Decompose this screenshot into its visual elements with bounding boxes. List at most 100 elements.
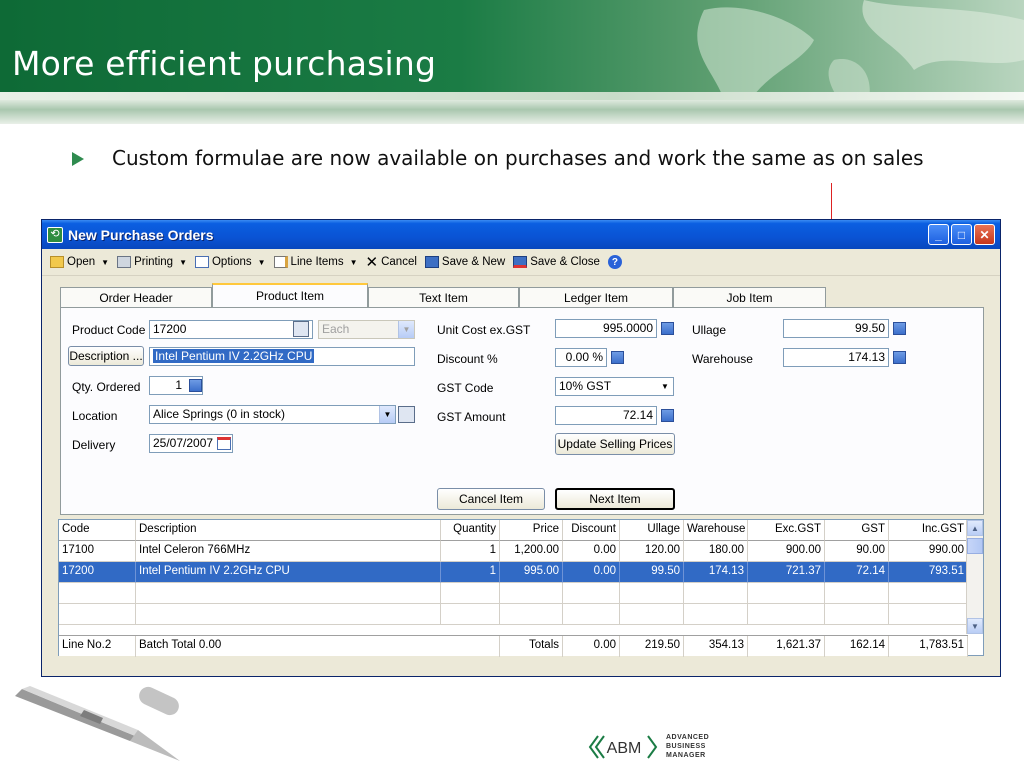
column-header-ullage[interactable]: Ullage bbox=[620, 520, 684, 541]
table-row-empty[interactable] bbox=[59, 604, 968, 625]
chevron-down-icon: ▼ bbox=[657, 378, 673, 395]
discount-label: Discount % bbox=[437, 352, 498, 366]
description-button[interactable]: Description ... bbox=[68, 346, 144, 366]
slide: More efficient purchasing Custom formula… bbox=[0, 0, 1024, 768]
scroll-down-icon[interactable]: ▼ bbox=[967, 618, 983, 634]
unit-cost-label: Unit Cost ex.GST bbox=[437, 323, 531, 337]
banner-underline bbox=[0, 100, 1024, 124]
cell-quantity: 1 bbox=[441, 562, 500, 583]
gst-code-select[interactable]: 10% GST ▼ bbox=[555, 377, 674, 396]
bullet-point: Custom formulae are now available on pur… bbox=[72, 146, 924, 170]
delivery-value: 25/07/2007 bbox=[153, 436, 214, 450]
save-new-button[interactable]: Save & New bbox=[424, 256, 505, 268]
abm-logo-mark: ABM bbox=[588, 734, 658, 759]
tab-job-item[interactable]: Job Item bbox=[673, 287, 826, 307]
calculator-icon[interactable] bbox=[893, 351, 906, 364]
logo-line: ADVANCED bbox=[666, 734, 710, 741]
warehouse-input[interactable]: 174.13 bbox=[783, 348, 889, 367]
footer-batch-total: Batch Total 0.00 bbox=[136, 636, 500, 657]
edit-icon bbox=[273, 256, 288, 268]
open-label: Open bbox=[67, 256, 96, 268]
chevron-down-icon: ▼ bbox=[101, 257, 110, 267]
gst-amount-input[interactable]: 72.14 bbox=[555, 406, 657, 425]
column-header-price[interactable]: Price bbox=[500, 520, 563, 541]
tab-product-item[interactable]: Product Item bbox=[212, 283, 368, 307]
cancel-button[interactable]: ✕ Cancel bbox=[366, 253, 417, 271]
cancel-item-button[interactable]: Cancel Item bbox=[437, 488, 545, 510]
slide-title: More efficient purchasing bbox=[12, 44, 437, 83]
discount-input[interactable]: 0.00 % bbox=[555, 348, 607, 367]
footer-warehouse: 354.13 bbox=[684, 636, 748, 657]
location-lookup-icon[interactable] bbox=[398, 406, 415, 423]
description-input[interactable]: Intel Pentium IV 2.2GHz CPU bbox=[149, 347, 415, 366]
update-selling-prices-button[interactable]: Update Selling Prices bbox=[555, 433, 675, 455]
cancel-icon: ✕ bbox=[365, 254, 379, 271]
calendar-icon[interactable] bbox=[217, 437, 231, 450]
minimize-button[interactable]: _ bbox=[928, 224, 949, 245]
unit-cost-value: 995.0000 bbox=[602, 321, 653, 335]
calculator-icon[interactable] bbox=[611, 351, 624, 364]
table-row-empty[interactable] bbox=[59, 583, 968, 604]
table-row[interactable]: 17100 Intel Celeron 766MHz 1 1,200.00 0.… bbox=[59, 541, 968, 562]
unit-cost-input[interactable]: 995.0000 bbox=[555, 319, 657, 338]
help-icon[interactable]: ? bbox=[607, 255, 622, 269]
column-header-inc-gst[interactable]: Inc.GST bbox=[889, 520, 968, 541]
scroll-up-icon[interactable]: ▲ bbox=[967, 520, 983, 536]
ullage-label: Ullage bbox=[692, 323, 727, 337]
cell-warehouse: 180.00 bbox=[684, 541, 748, 562]
next-item-button[interactable]: Next Item bbox=[555, 488, 675, 510]
close-button[interactable]: ✕ bbox=[974, 224, 995, 245]
product-code-input[interactable]: 17200 bbox=[149, 320, 313, 339]
options-menu[interactable]: Options ▼ bbox=[194, 256, 266, 268]
column-header-description[interactable]: Description bbox=[136, 520, 441, 541]
tab-strip: Order Header Product Item Text Item Ledg… bbox=[60, 283, 826, 307]
unit-value: Each bbox=[322, 322, 350, 336]
product-lookup-icon[interactable] bbox=[293, 321, 309, 337]
cell-discount: 0.00 bbox=[563, 562, 620, 583]
cell-gst: 72.14 bbox=[825, 562, 889, 583]
printing-menu[interactable]: Printing ▼ bbox=[117, 256, 187, 268]
chevron-down-icon: ▼ bbox=[179, 257, 187, 267]
column-header-code[interactable]: Code bbox=[59, 520, 136, 541]
printing-label: Printing bbox=[134, 256, 174, 268]
gst-code-label: GST Code bbox=[437, 381, 494, 395]
tab-order-header[interactable]: Order Header bbox=[60, 287, 212, 307]
column-header-discount[interactable]: Discount bbox=[563, 520, 620, 541]
save-icon bbox=[424, 256, 439, 268]
logo-line: BUSINESS bbox=[666, 743, 706, 750]
product-code-value: 17200 bbox=[153, 322, 187, 336]
location-select[interactable]: Alice Springs (0 in stock) ▼ bbox=[149, 405, 396, 424]
maximize-button[interactable]: □ bbox=[951, 224, 972, 245]
cell-discount: 0.00 bbox=[563, 541, 620, 562]
calculator-icon[interactable] bbox=[189, 379, 202, 392]
grid-footer-row: Line No.2 Batch Total 0.00 Totals 0.00 2… bbox=[59, 635, 968, 657]
warehouse-label: Warehouse bbox=[692, 352, 753, 366]
cell-description: Intel Pentium IV 2.2GHz CPU bbox=[136, 562, 441, 583]
column-header-quantity[interactable]: Quantity bbox=[441, 520, 500, 541]
tab-text-item[interactable]: Text Item bbox=[368, 287, 519, 307]
open-menu[interactable]: Open ▼ bbox=[50, 256, 109, 268]
column-header-gst[interactable]: GST bbox=[825, 520, 889, 541]
tab-ledger-item[interactable]: Ledger Item bbox=[519, 287, 673, 307]
save-close-button[interactable]: Save & Close bbox=[513, 256, 600, 268]
calculator-icon[interactable] bbox=[661, 322, 674, 335]
column-header-warehouse[interactable]: Warehouse bbox=[684, 520, 748, 541]
cell-price: 995.00 bbox=[500, 562, 563, 583]
cell-ullage: 99.50 bbox=[620, 562, 684, 583]
calculator-icon[interactable] bbox=[661, 409, 674, 422]
column-header-exc-gst[interactable]: Exc.GST bbox=[748, 520, 825, 541]
cell-ullage: 120.00 bbox=[620, 541, 684, 562]
options-label: Options bbox=[211, 256, 252, 268]
scroll-thumb[interactable] bbox=[967, 538, 983, 554]
line-items-grid: Code Description Quantity Price Discount… bbox=[58, 519, 984, 657]
cell-gst: 90.00 bbox=[825, 541, 889, 562]
fountain-pen-image bbox=[15, 686, 180, 761]
ullage-input[interactable]: 99.50 bbox=[783, 319, 889, 338]
chevron-down-icon: ▼ bbox=[379, 406, 395, 423]
line-items-menu[interactable]: Line Items ▼ bbox=[273, 256, 358, 268]
window-titlebar[interactable]: ⟲ New Purchase Orders _ □ ✕ bbox=[42, 220, 1000, 249]
calculator-icon[interactable] bbox=[893, 322, 906, 335]
table-row-selected[interactable]: 17200 Intel Pentium IV 2.2GHz CPU 1 995.… bbox=[59, 562, 968, 583]
grid-scrollbar[interactable]: ▲ ▼ bbox=[966, 520, 983, 634]
logo-line: MANAGER bbox=[666, 752, 706, 759]
